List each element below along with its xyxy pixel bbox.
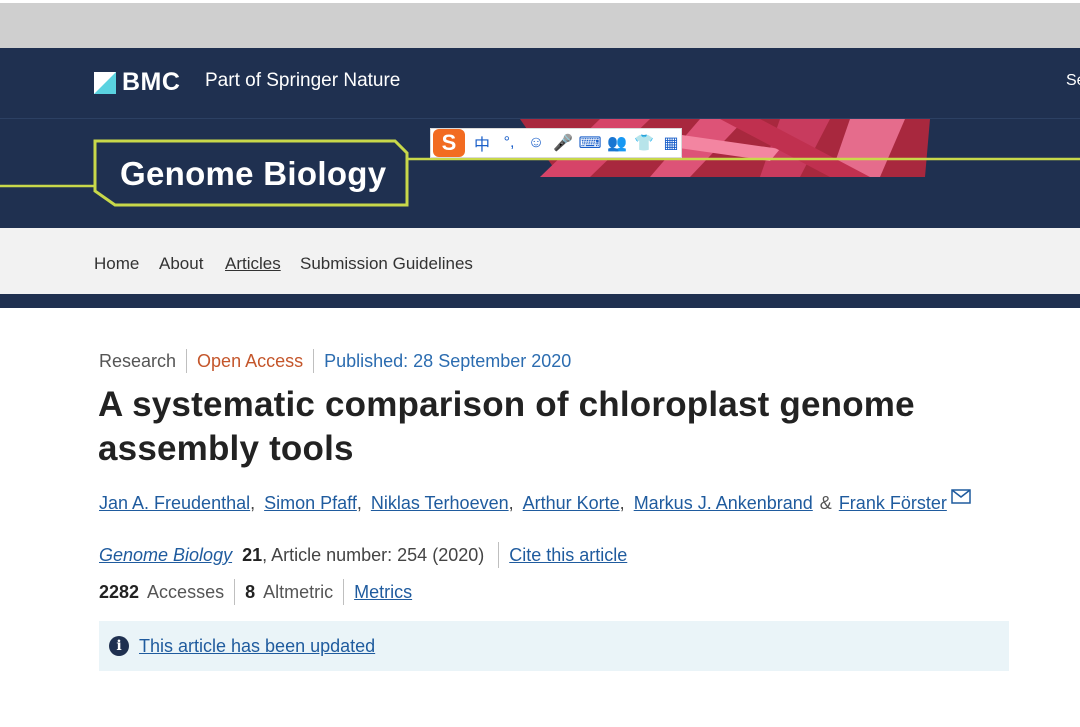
published-date: Published: 28 September 2020 <box>324 350 572 371</box>
author-separator: , <box>250 493 256 513</box>
ime-toolbar: S 中 °, ☺ 🎤 ⌨ 👥 👕 ▦ <box>430 128 682 158</box>
author-link[interactable]: Simon Pfaff <box>264 493 357 514</box>
header-search-link[interactable]: Se <box>1066 72 1080 90</box>
author-separator: , <box>508 493 514 513</box>
bmc-logo-text: BMC <box>122 68 181 96</box>
email-icon[interactable] <box>951 489 971 504</box>
author-separator: , <box>619 493 625 513</box>
article-meta: Research Open Access Published: 28 Septe… <box>99 349 571 373</box>
author-link[interactable]: Markus J. Ankenbrand <box>634 493 813 514</box>
journal-name-link[interactable]: Genome Biology <box>99 545 232 566</box>
ime-grid-icon[interactable]: ▦ <box>661 133 681 153</box>
info-icon: i <box>109 636 129 656</box>
author-list: Jan A. Freudenthal, Simon Pfaff, Niklas … <box>99 489 971 514</box>
author-link[interactable]: Niklas Terhoeven <box>371 493 509 514</box>
nav-home[interactable]: Home <box>94 254 139 274</box>
ime-chinese-mode-icon[interactable]: 中 <box>472 131 492 155</box>
citation-row: Genome Biology 21 , Article number: 254 … <box>99 542 627 568</box>
author-link[interactable]: Frank Förster <box>839 493 947 514</box>
ime-keyboard-icon[interactable]: ⌨ <box>578 133 601 153</box>
article-title: A systematic comparison of chloroplast g… <box>98 385 915 468</box>
altmetric-label: Altmetric <box>263 581 334 602</box>
bmc-logo-icon <box>94 71 116 94</box>
article-number: , Article number: 254 (2020) <box>262 544 485 565</box>
nav-articles[interactable]: Articles <box>225 254 281 274</box>
altmetric-count: 8 <box>245 581 256 602</box>
citation-divider <box>498 542 500 568</box>
bmc-logo[interactable]: BMC <box>94 68 180 97</box>
accesses-label: Accesses <box>147 581 225 602</box>
meta-divider <box>186 349 188 373</box>
cite-this-article-link[interactable]: Cite this article <box>509 545 627 566</box>
metrics-divider <box>343 579 345 605</box>
ime-microphone-icon[interactable]: 🎤 <box>553 133 573 153</box>
meta-divider <box>313 349 315 373</box>
author-link[interactable]: Jan A. Freudenthal <box>99 493 250 514</box>
ime-skin-icon[interactable]: 👕 <box>634 133 654 153</box>
update-notice: i This article has been updated <box>99 621 1009 671</box>
author-separator: , <box>356 493 362 513</box>
open-access-label: Open Access <box>197 350 304 371</box>
ime-punctuation-icon[interactable]: °, <box>499 134 519 152</box>
accesses-count: 2282 <box>99 581 140 602</box>
volume-number: 21 <box>242 544 263 565</box>
ime-user-icon[interactable]: 👥 <box>607 133 627 153</box>
article-type: Research <box>99 350 177 371</box>
update-notice-link[interactable]: This article has been updated <box>139 636 375 657</box>
metrics-row: 2282 Accesses 8 Altmetric Metrics <box>99 579 412 605</box>
publisher-header: BMC Part of Springer Nature Se <box>0 48 1080 118</box>
nav-submission-guidelines[interactable]: Submission Guidelines <box>300 254 473 274</box>
author-link[interactable]: Arthur Korte <box>523 493 620 514</box>
publisher-subtitle: Part of Springer Nature <box>205 70 401 91</box>
metrics-divider <box>234 579 236 605</box>
author-ampersand: & <box>819 493 832 513</box>
journal-nav: Home About Articles Submission Guideline… <box>0 228 1080 294</box>
browser-top-strip <box>0 0 1080 48</box>
metrics-link[interactable]: Metrics <box>354 582 412 603</box>
ime-emoji-icon[interactable]: ☺ <box>526 134 546 152</box>
nav-divider <box>0 294 1080 308</box>
ime-logo-icon[interactable]: S <box>433 129 465 157</box>
journal-title[interactable]: Genome Biology <box>120 155 386 193</box>
nav-about[interactable]: About <box>159 254 203 274</box>
